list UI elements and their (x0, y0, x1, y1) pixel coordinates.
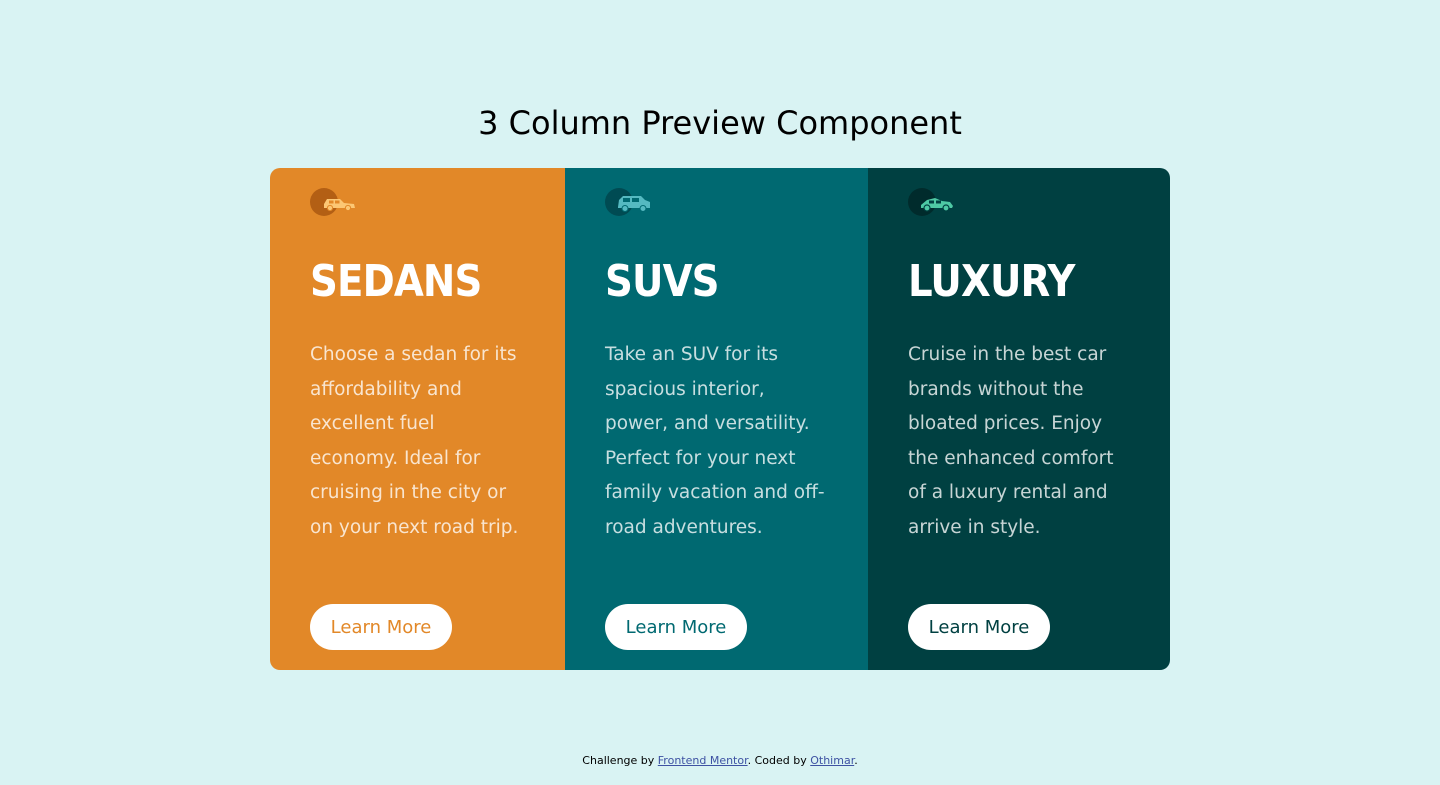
card-description: Take an SUV for its spacious interior, p… (605, 344, 825, 538)
card-suvs: SUVS Take an SUV for its spacious interi… (565, 168, 868, 670)
learn-more-button[interactable]: Learn More (310, 604, 452, 650)
card-title: SEDANS (310, 256, 482, 307)
card-sedans: SEDANS Choose a sedan for its affordabil… (270, 168, 565, 670)
card-description: Cruise in the best car brands without th… (908, 344, 1114, 538)
suv-car-icon (605, 188, 651, 216)
learn-more-button[interactable]: Learn More (908, 604, 1050, 650)
attribution-prefix: Challenge by (582, 754, 658, 767)
sedan-car-icon (310, 188, 356, 216)
cards-container: SEDANS Choose a sedan for its affordabil… (270, 168, 1170, 670)
card-luxury: LUXURY Cruise in the best car brands wit… (868, 168, 1170, 670)
attribution-suffix: . (854, 754, 858, 767)
card-description: Choose a sedan for its affordability and… (310, 344, 519, 538)
frontend-mentor-link[interactable]: Frontend Mentor (658, 754, 748, 767)
card-title: LUXURY (908, 256, 1075, 307)
page-title: 3 Column Preview Component (478, 104, 962, 142)
attribution: Challenge by Frontend Mentor. Coded by O… (0, 754, 1440, 767)
author-link[interactable]: Othimar (810, 754, 854, 767)
learn-more-button[interactable]: Learn More (605, 604, 747, 650)
attribution-middle: . Coded by (747, 754, 811, 767)
card-title: SUVS (605, 256, 720, 307)
luxury-car-icon (908, 188, 954, 216)
